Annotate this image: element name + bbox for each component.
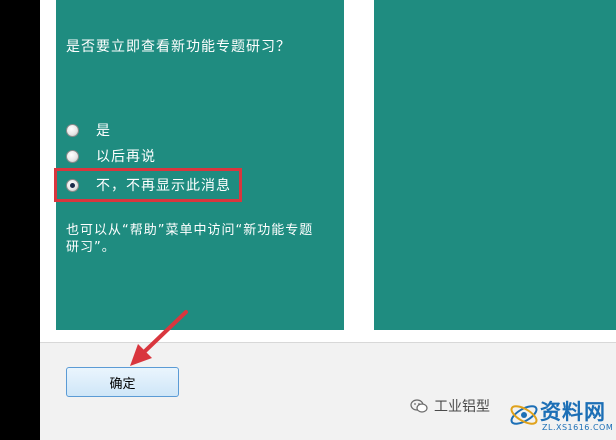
- radio-never[interactable]: [66, 178, 79, 192]
- annotation-arrow-icon: [130, 310, 188, 366]
- site-logo-icon: [510, 405, 538, 425]
- hint-text: 也可以从“帮助”菜单中访问“新功能专题研习”。: [66, 223, 314, 255]
- question-text: 是否要立即查看新功能专题研习？: [66, 39, 291, 55]
- watermark-brand: 工业铝型: [410, 396, 490, 416]
- radio-later[interactable]: [66, 149, 79, 163]
- option-later-label: 以后再说: [96, 149, 156, 165]
- option-yes-label: 是: [96, 123, 111, 139]
- watermark-brand-text: 工业铝型: [434, 399, 490, 415]
- option-later[interactable]: 以后再说: [66, 146, 156, 166]
- background-strip: [0, 0, 40, 440]
- watermark-site: 资料网 ZL.XS1616.COM: [504, 392, 616, 440]
- welcome-panel-right: [374, 0, 616, 330]
- watermark-site-name: 资料网: [540, 400, 606, 424]
- radio-yes[interactable]: [66, 123, 79, 137]
- option-never[interactable]: 不，不再显示此消息: [66, 175, 231, 195]
- option-never-label: 不，不再显示此消息: [96, 178, 231, 194]
- watermark-site-url: ZL.XS1616.COM: [542, 423, 614, 432]
- option-yes[interactable]: 是: [66, 120, 111, 140]
- wechat-icon: [410, 399, 428, 413]
